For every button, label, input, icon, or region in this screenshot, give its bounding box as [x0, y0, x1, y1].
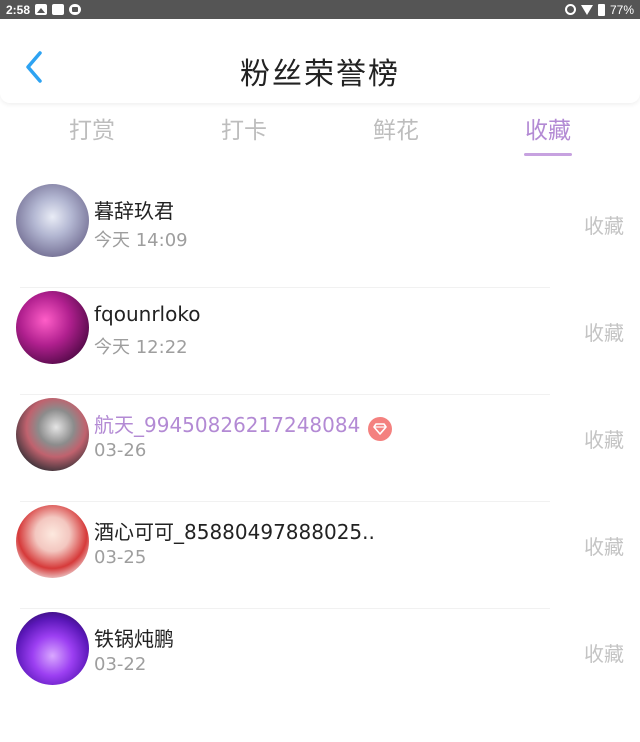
- tab-tips[interactable]: 打赏: [52, 111, 132, 145]
- tab-flowers[interactable]: 鲜花: [356, 111, 436, 145]
- tab-bar: 打赏 打卡 鲜花 收藏: [0, 103, 640, 159]
- battery-level: 77%: [609, 2, 634, 17]
- status-time: 2:58: [6, 2, 31, 17]
- action-label: 收藏: [584, 535, 624, 559]
- fan-list: 暮辞玖君 今天 14:09 收藏 fqounrloko 今天 12:22 收藏 …: [0, 180, 640, 715]
- page-title: 粉丝荣誉榜: [240, 57, 400, 92]
- alarm-icon: [564, 4, 576, 15]
- action-label: 收藏: [584, 321, 624, 345]
- user-name: 酒心可可_85880497888025..: [94, 520, 375, 544]
- avatar[interactable]: [16, 612, 89, 685]
- avatar[interactable]: [16, 184, 89, 257]
- square-icon: [52, 4, 65, 15]
- list-item[interactable]: 酒心可可_85880497888025.. 03-25 收藏: [0, 501, 640, 608]
- action-label: 收藏: [584, 642, 624, 666]
- user-name: 航天_9945082621724808­4: [94, 413, 361, 437]
- action-label: 收藏: [584, 214, 624, 238]
- timestamp: 03-26: [94, 440, 147, 461]
- list-item[interactable]: 铁锅炖鹏 03-22 收藏: [0, 608, 640, 715]
- user-name: 铁锅炖鹏: [94, 627, 174, 651]
- timestamp: 今天 12:22: [94, 337, 188, 358]
- timestamp: 03-22: [94, 654, 147, 675]
- list-item[interactable]: fqounrloko 今天 12:22 收藏: [0, 287, 640, 394]
- action-label: 收藏: [584, 428, 624, 452]
- list-item[interactable]: 航天_9945082621724808­4 03-26 收藏: [0, 394, 640, 501]
- app-icon: [69, 4, 82, 15]
- avatar[interactable]: [16, 291, 89, 364]
- user-name: fqounrloko: [94, 302, 201, 326]
- timestamp: 今天 14:09: [94, 230, 188, 251]
- status-bar: 2:58 77%: [0, 0, 640, 19]
- user-name: 暮辞玖君: [94, 199, 174, 223]
- list-item[interactable]: 暮辞玖君 今天 14:09 收藏: [0, 180, 640, 287]
- avatar[interactable]: [16, 398, 89, 471]
- divider: [20, 394, 550, 395]
- active-tab-indicator: [524, 153, 572, 156]
- tab-favorites[interactable]: 收藏: [508, 111, 588, 145]
- battery-icon: [597, 3, 605, 16]
- app-header: 粉丝荣誉榜: [0, 19, 640, 103]
- image-icon: [35, 4, 48, 15]
- user-name-vip: 航天_9945082621724808­4: [94, 409, 393, 441]
- diamond-icon: [368, 417, 393, 441]
- divider: [20, 287, 550, 288]
- divider: [20, 501, 550, 502]
- divider: [20, 608, 550, 609]
- status-right: 77%: [564, 2, 634, 17]
- tab-checkin[interactable]: 打卡: [204, 111, 284, 145]
- status-left: 2:58: [6, 2, 82, 17]
- avatar[interactable]: [16, 505, 89, 578]
- timestamp: 03-25: [94, 547, 147, 568]
- wifi-icon: [580, 4, 593, 15]
